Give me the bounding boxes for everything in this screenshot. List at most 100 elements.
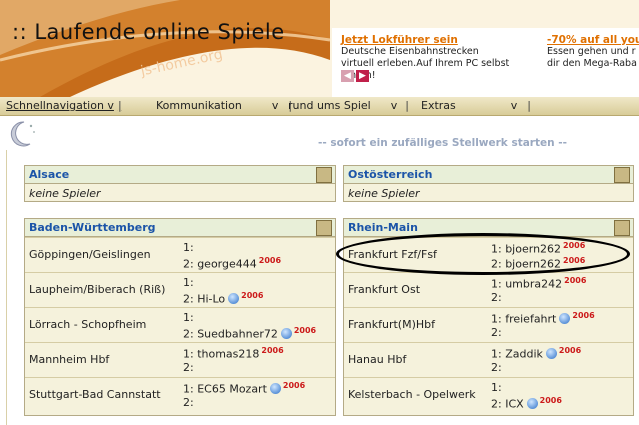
- year-badge: 2006: [558, 346, 582, 355]
- player-name[interactable]: 1: EC65 Mozart: [183, 383, 267, 396]
- station-name[interactable]: Mannheim Hbf: [29, 353, 109, 366]
- player-name[interactable]: 1: umbra242: [491, 278, 562, 291]
- table-row[interactable]: Hanau Hbf 1: Zaddik 2006 2:: [344, 342, 633, 377]
- slot-1: 1: thomas218 2006: [183, 346, 284, 361]
- table-row[interactable]: Göppingen/Geislingen 1: 2: george444 2006: [25, 237, 335, 272]
- station-name[interactable]: Frankfurt(M)Hbf: [348, 318, 435, 331]
- panel-header: Baden-Württemberg: [25, 219, 335, 237]
- no-players-text: keine Spieler: [29, 187, 101, 200]
- slot-1: 1:: [183, 241, 194, 254]
- slot-2: 2:: [183, 361, 194, 374]
- signalbox-icon[interactable]: [316, 167, 332, 183]
- player-name[interactable]: 2: ICX: [491, 398, 524, 411]
- year-badge: 2006: [572, 311, 595, 320]
- year-badge: 2006: [539, 396, 562, 405]
- ad-text: Essen gehen und r dir den Mega-Raba: [547, 46, 637, 69]
- player-name[interactable]: 2: Hi-Lo: [183, 293, 225, 306]
- player-name[interactable]: 2: Suedbahner72: [183, 328, 278, 341]
- table-row[interactable]: Laupheim/Biberach (Riß) 1: 2: Hi-Lo 2006: [25, 272, 335, 307]
- no-players-text: keine Spieler: [348, 187, 420, 200]
- signalbox-icon[interactable]: [614, 220, 630, 236]
- slot-1: 1:: [183, 311, 194, 324]
- slot-1: 1: EC65 Mozart 2006: [183, 381, 305, 396]
- random-signalbox-link[interactable]: -- sofort ein zufälliges Stellwerk start…: [318, 137, 567, 149]
- slot-1: 1: Zaddik 2006: [491, 346, 581, 361]
- globe-icon: [545, 347, 557, 359]
- panel-header: Alsace: [25, 166, 335, 184]
- nav-label: rund ums Spiel: [288, 99, 371, 112]
- chevron-down-icon: v: [510, 99, 518, 112]
- moon-icon: [10, 121, 35, 147]
- station-name[interactable]: Hanau Hbf: [348, 353, 406, 366]
- ad-block-2[interactable]: -70% auf all you Essen gehen und r dir d…: [547, 34, 639, 70]
- station-name[interactable]: Laupheim/Biberach (Riß): [29, 283, 165, 296]
- station-name[interactable]: Göppingen/Geislingen: [29, 248, 151, 261]
- globe-icon: [228, 292, 240, 304]
- year-badge: 2006: [258, 256, 282, 265]
- ad-next-button[interactable]: ▶: [356, 70, 369, 82]
- nav-separator: |: [117, 99, 122, 112]
- nav-separator: |: [405, 99, 409, 112]
- nav-quick[interactable]: Schnellnavigation v |: [6, 99, 122, 112]
- panel-alsace: Alsace keine Spieler: [24, 165, 336, 202]
- year-badge: 2006: [241, 291, 264, 300]
- nav-extras[interactable]: Extras v |: [421, 99, 531, 112]
- slot-2: 2: ICX 2006: [491, 396, 562, 411]
- signalbox-icon[interactable]: [316, 220, 332, 236]
- globe-icon: [526, 397, 538, 409]
- ad-title[interactable]: -70% auf all you: [547, 34, 639, 46]
- nav-label: Extras: [421, 99, 456, 112]
- chevron-down-icon: v: [271, 99, 279, 112]
- signalbox-icon[interactable]: [614, 167, 630, 183]
- slot-2: 2: Suedbahner72 2006: [183, 326, 316, 341]
- station-name[interactable]: Lörrach - Schopfheim: [29, 318, 146, 331]
- ad-title[interactable]: Jetzt Lokführer sein: [341, 34, 511, 46]
- table-row[interactable]: Stuttgart-Bad Cannstatt 1: EC65 Mozart 20…: [25, 377, 335, 412]
- slot-2: 2:: [491, 361, 502, 374]
- station-name[interactable]: Kelsterbach - Opelwerk: [348, 388, 476, 401]
- table-row[interactable]: Lörrach - Schopfheim 1: 2: Suedbahner72 2…: [25, 307, 335, 342]
- year-badge: 2006: [282, 381, 306, 390]
- chevron-down-icon: v: [390, 99, 398, 112]
- ad-pager: ◀ ▶: [341, 68, 371, 82]
- slot-1: 1:: [183, 276, 194, 289]
- nav-label: Kommunikation: [156, 99, 242, 112]
- station-name[interactable]: Frankfurt Ost: [348, 283, 420, 296]
- player-name[interactable]: 1: freiefahrt: [491, 313, 556, 326]
- slot-2: 2:: [491, 291, 502, 304]
- table-row[interactable]: Frankfurt(M)Hbf 1: freiefahrt 2006 2:: [344, 307, 633, 342]
- table-row[interactable]: Mannheim Hbf 1: thomas218 2006 2:: [25, 342, 335, 377]
- panel-title[interactable]: Rhein-Main: [348, 221, 418, 234]
- site-header: :: Laufende online Spiele js-home.org Je…: [0, 0, 639, 97]
- slot-2: 2: george444 2006: [183, 256, 281, 271]
- globe-icon: [559, 312, 571, 324]
- player-name[interactable]: 1: Zaddik: [491, 348, 543, 361]
- globe-icon: [269, 382, 281, 394]
- panel-title[interactable]: Ostösterreich: [348, 168, 432, 181]
- nav-communication[interactable]: Kommunikation v |: [156, 99, 292, 112]
- globe-icon: [280, 327, 292, 339]
- nav-label: Schnellnavigation v: [6, 99, 114, 112]
- highlight-ellipse: [336, 233, 630, 275]
- ad-prev-button[interactable]: ◀: [341, 70, 354, 82]
- year-badge: 2006: [261, 346, 284, 355]
- slot-1: 1: umbra242 2006: [491, 276, 586, 291]
- panel-header: Ostösterreich: [344, 166, 633, 184]
- table-row[interactable]: Kelsterbach - Opelwerk 1: 2: ICX 2006: [344, 377, 633, 412]
- panel-title[interactable]: Baden-Württemberg: [29, 221, 156, 234]
- player-name[interactable]: 1: thomas218: [183, 348, 259, 361]
- divider-line: [6, 150, 7, 425]
- slot-1: 1: freiefahrt 2006: [491, 311, 595, 326]
- slot-2: 2: Hi-Lo 2006: [183, 291, 263, 306]
- slot-2: 2:: [491, 326, 502, 339]
- nav-about-game[interactable]: rund ums Spiel v |: [288, 99, 409, 112]
- header-swoosh: [0, 0, 639, 97]
- panel-title[interactable]: Alsace: [29, 168, 69, 181]
- table-row[interactable]: Frankfurt Ost 1: umbra242 2006 2:: [344, 272, 633, 307]
- station-name[interactable]: Stuttgart-Bad Cannstatt: [29, 388, 161, 401]
- slot-2: 2:: [183, 396, 194, 409]
- player-name[interactable]: 2: george444: [183, 258, 257, 271]
- panel-ostoesterreich: Ostösterreich keine Spieler: [343, 165, 634, 202]
- panel-baden-wuerttemberg: Baden-Württemberg Göppingen/Geislingen 1…: [24, 218, 336, 416]
- nav-separator: |: [527, 99, 532, 112]
